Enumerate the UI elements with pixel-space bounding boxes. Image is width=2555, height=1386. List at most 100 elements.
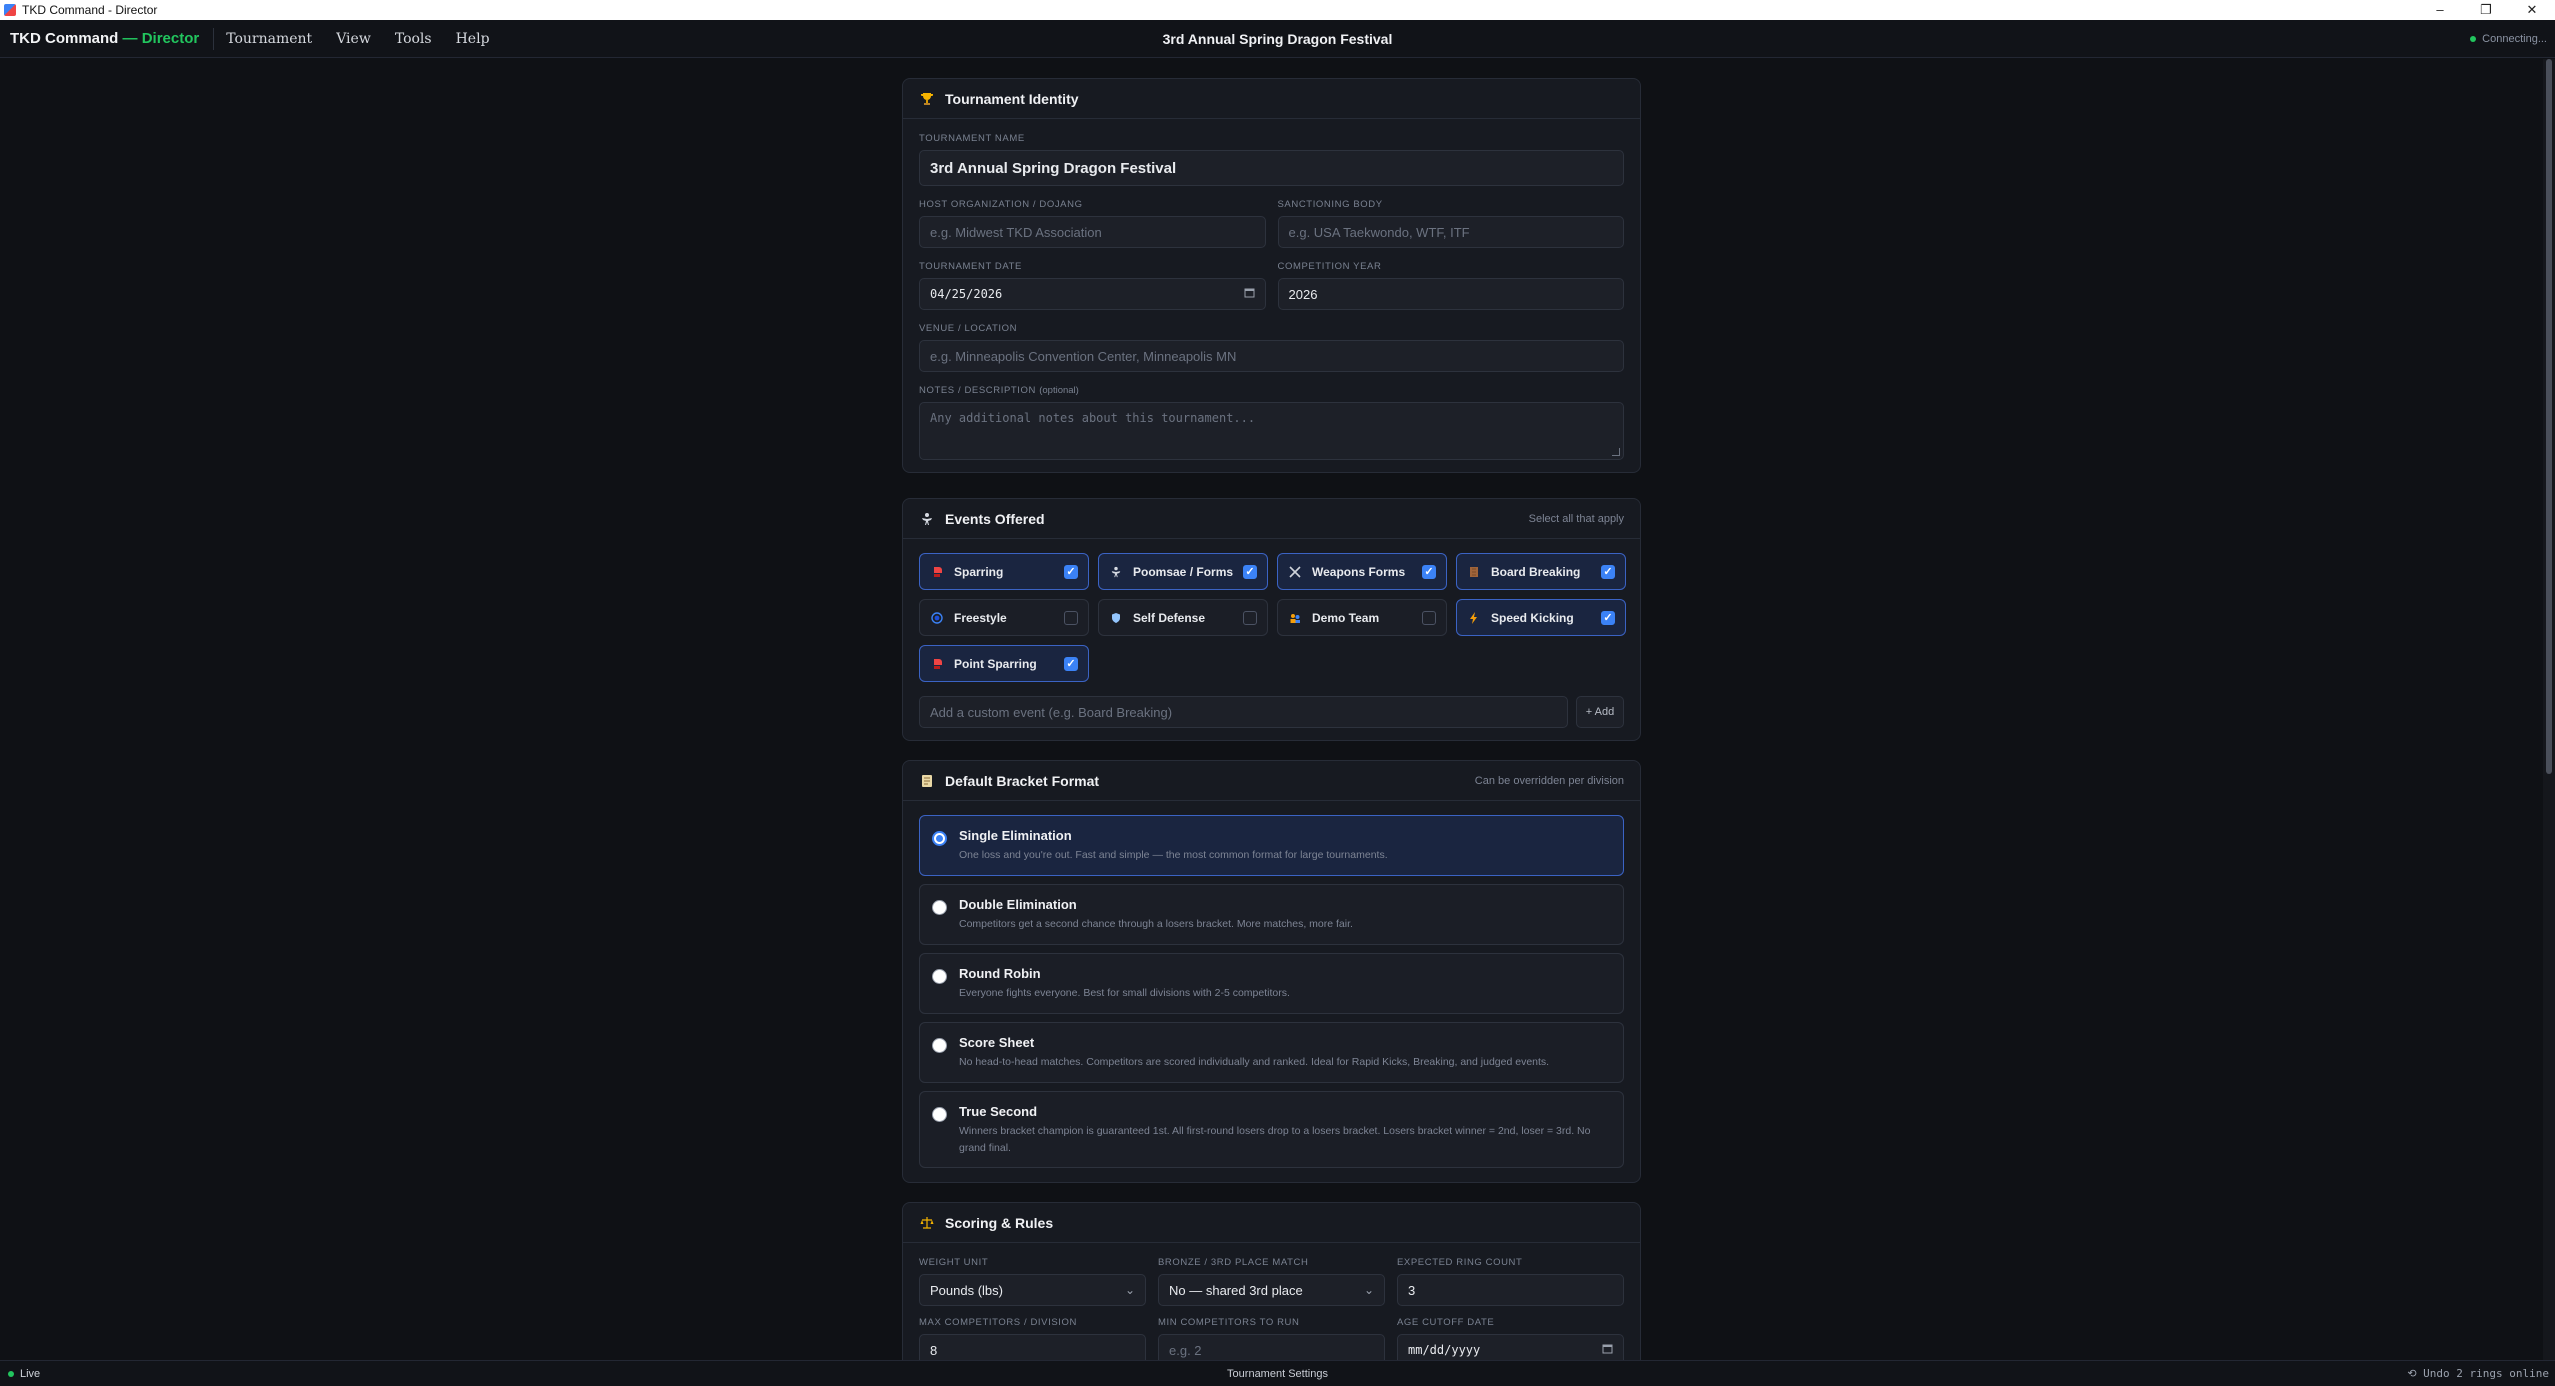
bracket-option-title: Score Sheet bbox=[959, 1035, 1035, 1050]
bracket-option-double-elimination[interactable]: Double Elimination Competitors get a seco… bbox=[919, 884, 1624, 945]
scoring-card: Scoring & Rules WEIGHT UNIT Pounds (lbs)… bbox=[902, 1202, 1641, 1360]
calendar-icon[interactable] bbox=[1244, 287, 1255, 301]
weight-unit-select[interactable]: Pounds (lbs) ⌄ bbox=[919, 1274, 1146, 1306]
max-competitors-label: MAX COMPETITORS / DIVISION bbox=[919, 1317, 1077, 1328]
ring-count-input[interactable]: 3 bbox=[1397, 1274, 1624, 1306]
min-competitors-input[interactable]: e.g. 2 bbox=[1158, 1334, 1385, 1360]
bracket-card-note: Can be overridden per division bbox=[1474, 774, 1624, 787]
event-board-breaking[interactable]: Board Breaking ✓ bbox=[1456, 553, 1626, 590]
close-button[interactable]: ✕ bbox=[2509, 2, 2555, 18]
event-checkbox[interactable]: ✓ bbox=[1422, 564, 1436, 579]
radio-button[interactable] bbox=[932, 969, 947, 984]
min-competitors-label: MIN COMPETITORS TO RUN bbox=[1158, 1317, 1300, 1328]
event-checkbox[interactable]: ✓ bbox=[1064, 656, 1078, 671]
max-competitors-input[interactable]: 8 bbox=[919, 1334, 1146, 1360]
bracket-option-title: Single Elimination bbox=[959, 828, 1072, 843]
event-label: Speed Kicking bbox=[1491, 610, 1574, 625]
tournament-title: 3rd Annual Spring Dragon Festival bbox=[1162, 30, 1393, 47]
radio-button[interactable] bbox=[932, 1038, 947, 1053]
menu-view[interactable]: View bbox=[336, 31, 371, 47]
bracket-option-score-sheet[interactable]: Score Sheet No head-to-head matches. Comp… bbox=[919, 1022, 1624, 1083]
minimize-button[interactable]: – bbox=[2417, 2, 2463, 18]
board-icon bbox=[1467, 565, 1481, 579]
boxing-glove-icon bbox=[930, 565, 944, 579]
events-card-title: Events Offered bbox=[945, 510, 1045, 527]
bracket-option-true-second[interactable]: True Second Winners bracket champion is g… bbox=[919, 1091, 1624, 1168]
competition-year-input[interactable]: 2026 bbox=[1277, 278, 1624, 310]
radio-button[interactable] bbox=[932, 1107, 947, 1122]
martial-arts-icon bbox=[919, 511, 935, 527]
add-event-button[interactable]: + Add bbox=[1576, 696, 1624, 728]
event-checkbox[interactable] bbox=[1422, 610, 1436, 625]
event-checkbox[interactable]: ✓ bbox=[1601, 564, 1615, 579]
sanctioning-body-input[interactable]: e.g. USA Taekwondo, WTF, ITF bbox=[1277, 216, 1624, 248]
identity-card: Tournament Identity TOURNAMENT NAME 3rd … bbox=[902, 78, 1641, 473]
identity-card-header: Tournament Identity bbox=[903, 79, 1640, 119]
menu-help[interactable]: Help bbox=[456, 31, 490, 47]
events-card: Events Offered Select all that apply Spa… bbox=[902, 498, 1641, 741]
bracket-card-header: Default Bracket Format Can be overridden… bbox=[903, 761, 1640, 801]
host-org-input[interactable]: e.g. Midwest TKD Association bbox=[919, 216, 1266, 248]
calendar-icon[interactable] bbox=[1602, 1343, 1613, 1357]
event-self-defense[interactable]: Self Defense bbox=[1098, 599, 1268, 636]
radio-button[interactable] bbox=[932, 900, 947, 915]
event-weapons-forms[interactable]: Weapons Forms ✓ bbox=[1277, 553, 1447, 590]
event-checkbox[interactable]: ✓ bbox=[1243, 564, 1257, 579]
live-dot-icon bbox=[8, 1370, 14, 1377]
resize-handle-icon[interactable] bbox=[1612, 448, 1620, 456]
notes-textarea[interactable]: Any additional notes about this tourname… bbox=[919, 402, 1624, 460]
event-sparring[interactable]: Sparring ✓ bbox=[919, 553, 1089, 590]
window-title: TKD Command - Director bbox=[22, 3, 158, 17]
bracket-option-round-robin[interactable]: Round Robin Everyone fights everyone. Bes… bbox=[919, 953, 1624, 1014]
radio-button[interactable] bbox=[932, 831, 947, 846]
connection-status-text: Connecting... bbox=[2482, 32, 2547, 45]
event-demo-team[interactable]: Demo Team bbox=[1277, 599, 1447, 636]
bracket-option-desc: Everyone fights everyone. Best for small… bbox=[959, 987, 1290, 999]
bracket-option-title: Double Elimination bbox=[959, 897, 1077, 912]
maximize-button[interactable]: ❐ bbox=[2463, 2, 2509, 18]
status-dot-icon bbox=[2470, 35, 2477, 42]
event-poomsae[interactable]: Poomsae / Forms ✓ bbox=[1098, 553, 1268, 590]
tournament-name-input[interactable]: 3rd Annual Spring Dragon Festival bbox=[919, 150, 1624, 186]
event-checkbox[interactable]: ✓ bbox=[1601, 610, 1615, 625]
team-icon bbox=[1288, 611, 1302, 625]
brand-role: Director bbox=[141, 30, 200, 47]
live-text: Live bbox=[20, 1367, 41, 1380]
lightning-icon bbox=[1467, 611, 1481, 625]
menu-tools[interactable]: Tools bbox=[395, 31, 432, 47]
scales-icon bbox=[919, 1215, 935, 1231]
martial-arts-icon bbox=[1109, 565, 1123, 579]
status-bar: Live Tournament Settings ⟲ Undo 2 rings … bbox=[0, 1360, 2555, 1386]
settings-scroll-area[interactable]: Tournament Identity TOURNAMENT NAME 3rd … bbox=[0, 59, 2543, 1360]
event-freestyle[interactable]: Freestyle bbox=[919, 599, 1089, 636]
bronze-match-select[interactable]: No — shared 3rd place ⌄ bbox=[1158, 1274, 1385, 1306]
competition-year-label: COMPETITION YEAR bbox=[1277, 261, 1382, 272]
custom-event-input[interactable]: Add a custom event (e.g. Board Breaking) bbox=[919, 696, 1568, 728]
tournament-date-value: 04/25/2026 bbox=[930, 287, 1003, 301]
event-speed-kicking[interactable]: Speed Kicking ✓ bbox=[1456, 599, 1626, 636]
event-label: Freestyle bbox=[954, 610, 1007, 625]
menu-divider bbox=[213, 27, 215, 50]
tournament-date-label: TOURNAMENT DATE bbox=[919, 261, 1022, 272]
current-page-label: Tournament Settings bbox=[1227, 1367, 1328, 1380]
event-label: Sparring bbox=[954, 564, 1004, 579]
vertical-scrollbar[interactable] bbox=[2543, 59, 2555, 1360]
event-checkbox[interactable]: ✓ bbox=[1064, 564, 1078, 579]
status-right: ⟲ Undo 2 rings online bbox=[2407, 1367, 2549, 1380]
shield-icon bbox=[1109, 611, 1123, 625]
menu-tournament[interactable]: Tournament bbox=[226, 31, 312, 47]
bracket-option-single-elimination[interactable]: Single Elimination One loss and you're ou… bbox=[919, 815, 1624, 876]
scrollbar-thumb[interactable] bbox=[2546, 59, 2552, 774]
menubar: TKD Command — Director Tournament View T… bbox=[0, 20, 2555, 58]
age-cutoff-input[interactable]: mm/dd/yyyy bbox=[1397, 1334, 1624, 1360]
event-checkbox[interactable] bbox=[1064, 610, 1078, 625]
scoring-card-title: Scoring & Rules bbox=[945, 1214, 1054, 1231]
event-point-sparring[interactable]: Point Sparring ✓ bbox=[919, 645, 1089, 682]
events-card-header: Events Offered Select all that apply bbox=[903, 499, 1640, 539]
weight-unit-label: WEIGHT UNIT bbox=[919, 1257, 989, 1268]
tournament-date-input[interactable]: 04/25/2026 bbox=[919, 278, 1266, 310]
venue-input[interactable]: e.g. Minneapolis Convention Center, Minn… bbox=[919, 340, 1624, 372]
app-icon bbox=[4, 4, 16, 16]
venue-label: VENUE / LOCATION bbox=[919, 323, 1018, 334]
event-checkbox[interactable] bbox=[1243, 610, 1257, 625]
